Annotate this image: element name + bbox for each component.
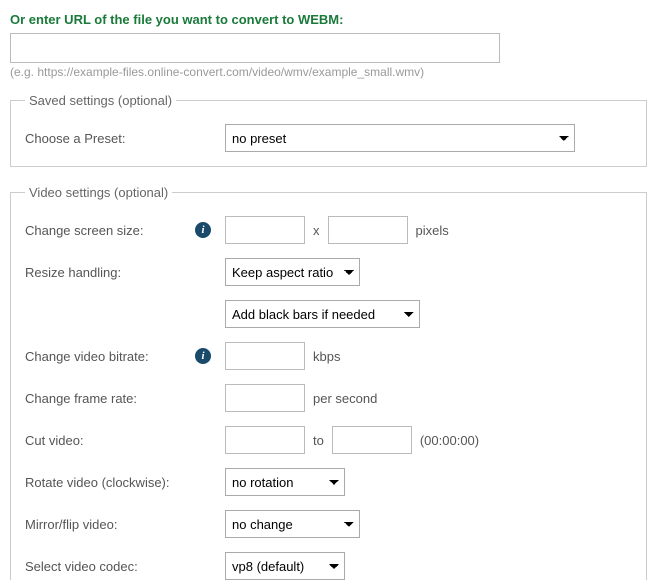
info-icon[interactable]: i [195, 222, 211, 238]
preset-select[interactable]: no preset [225, 124, 575, 152]
cut-video-label: Cut video: [25, 433, 195, 448]
saved-settings-legend: Saved settings (optional) [25, 93, 176, 108]
mirror-select[interactable]: no change [225, 510, 360, 538]
video-settings-fieldset: Video settings (optional) Change screen … [10, 185, 647, 580]
rotate-select[interactable]: no rotation [225, 468, 345, 496]
kbps-unit: kbps [313, 349, 340, 364]
cut-to-separator: to [313, 433, 324, 448]
info-icon[interactable]: i [195, 348, 211, 364]
url-hint: (e.g. https://example-files.online-conve… [10, 65, 647, 79]
screen-size-label: Change screen size: [25, 223, 195, 238]
black-bars-select[interactable]: Add black bars if needed [225, 300, 420, 328]
video-settings-legend: Video settings (optional) [25, 185, 172, 200]
width-input[interactable] [225, 216, 305, 244]
saved-settings-fieldset: Saved settings (optional) Choose a Prese… [10, 93, 647, 167]
resize-handling-label: Resize handling: [25, 265, 195, 280]
bitrate-input[interactable] [225, 342, 305, 370]
preset-label: Choose a Preset: [25, 131, 195, 146]
per-second-unit: per second [313, 391, 377, 406]
dimension-separator: x [313, 223, 320, 238]
frame-rate-input[interactable] [225, 384, 305, 412]
mirror-label: Mirror/flip video: [25, 517, 195, 532]
cut-hint: (00:00:00) [420, 433, 479, 448]
url-heading: Or enter URL of the file you want to con… [10, 12, 647, 27]
height-input[interactable] [328, 216, 408, 244]
bitrate-label: Change video bitrate: [25, 349, 195, 364]
frame-rate-label: Change frame rate: [25, 391, 195, 406]
pixels-unit: pixels [416, 223, 449, 238]
url-input[interactable] [10, 33, 500, 63]
codec-select[interactable]: vp8 (default) [225, 552, 345, 580]
cut-to-input[interactable] [332, 426, 412, 454]
rotate-label: Rotate video (clockwise): [25, 475, 195, 490]
codec-label: Select video codec: [25, 559, 195, 574]
cut-from-input[interactable] [225, 426, 305, 454]
aspect-ratio-select[interactable]: Keep aspect ratio [225, 258, 360, 286]
